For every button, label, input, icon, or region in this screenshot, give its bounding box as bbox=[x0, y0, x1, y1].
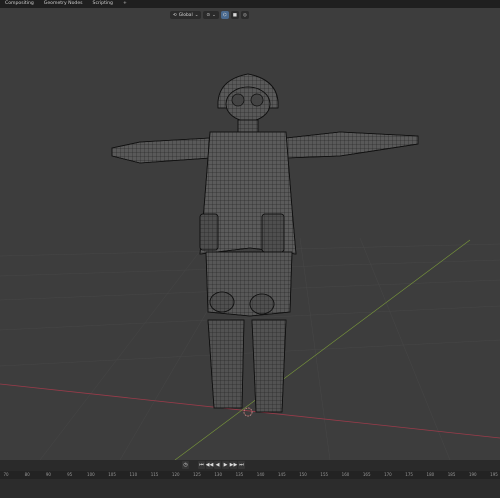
ruler-tick-label: 125 bbox=[193, 472, 201, 477]
ruler-tick-label: 130 bbox=[214, 472, 222, 477]
ruler-tick-label: 160 bbox=[341, 472, 350, 477]
ruler-tick-label: 145 bbox=[277, 472, 286, 477]
ruler-tick-label: 140 bbox=[256, 472, 265, 477]
pivot-icon: ⊙ bbox=[206, 12, 211, 18]
ruler-tick-label: 90 bbox=[45, 472, 51, 477]
ruler-tick-label: 185 bbox=[447, 472, 456, 477]
transform-orientation-icon: ⟲ bbox=[173, 12, 177, 18]
tab-geometry-nodes[interactable]: Geometry Nodes bbox=[39, 0, 88, 8]
transform-orientation-dropdown[interactable]: ⟲ Global ⌄ bbox=[170, 11, 202, 19]
ruler-tick-label: 190 bbox=[468, 472, 477, 477]
timeline-header: ◷ ⏮ ◀◀ ◀ ▶ ▶▶ ⏭ bbox=[0, 460, 500, 471]
ruler-tick-label: 110 bbox=[129, 472, 138, 477]
ruler-tick-label: 105 bbox=[108, 472, 116, 477]
3d-cursor-icon[interactable] bbox=[243, 407, 253, 417]
snap-target-dropdown[interactable]: ■ bbox=[230, 11, 239, 19]
ruler-tick-label: 80 bbox=[24, 472, 30, 477]
proportional-edit-icon: ◎ bbox=[243, 12, 247, 18]
auto-keying-button[interactable]: ◷ bbox=[182, 461, 189, 469]
timeline-track[interactable] bbox=[0, 479, 500, 498]
chevron-down-icon: ⌄ bbox=[194, 12, 199, 18]
jump-keyframe-forward-button[interactable]: ▶▶ bbox=[230, 461, 237, 469]
playback-controls: ◷ ⏮ ◀◀ ◀ ▶ ▶▶ ⏭ bbox=[182, 461, 245, 469]
ruler-tick-label: 155 bbox=[320, 472, 329, 477]
snap-icon: ⌬ bbox=[222, 12, 227, 18]
tab-compositing[interactable]: Compositing bbox=[0, 0, 39, 8]
square-icon: ■ bbox=[232, 12, 237, 18]
viewport-header: ⟲ Global ⌄ ⊙ ⌄ ⌬ ■ ◎ bbox=[170, 10, 249, 20]
pivot-point-dropdown[interactable]: ⊙ ⌄ bbox=[203, 11, 219, 19]
ruler-tick-label: 180 bbox=[426, 472, 435, 477]
ruler-tick-label: 100 bbox=[87, 472, 95, 477]
ruler-tick-label: 120 bbox=[171, 472, 180, 477]
ruler-tick-label: 135 bbox=[235, 472, 244, 477]
ruler-tick-label: 70 bbox=[3, 472, 9, 477]
character-mesh[interactable] bbox=[111, 73, 419, 413]
ruler-tick-label: 170 bbox=[384, 472, 392, 477]
add-workspace-button[interactable]: + bbox=[118, 0, 132, 8]
ruler-tick-label: 165 bbox=[362, 472, 371, 477]
jump-start-button[interactable]: ⏮ bbox=[198, 461, 205, 469]
3d-viewport[interactable]: ⟲ Global ⌄ ⊙ ⌄ ⌬ ■ ◎ bbox=[0, 8, 500, 460]
orientation-label: Global bbox=[178, 12, 193, 18]
proportional-edit-toggle[interactable]: ◎ bbox=[240, 11, 249, 19]
tab-scripting[interactable]: Scripting bbox=[88, 0, 118, 8]
ruler-tick-label: 195 bbox=[490, 472, 498, 477]
jump-keyframe-back-button[interactable]: ◀◀ bbox=[206, 461, 213, 469]
chevron-down-icon: ⌄ bbox=[212, 12, 216, 18]
snap-toggle[interactable]: ⌬ bbox=[220, 11, 229, 19]
ruler-tick-label: 115 bbox=[150, 472, 159, 477]
play-button[interactable]: ▶ bbox=[222, 461, 229, 469]
timeline-ruler[interactable]: 70 80 90 95 100 105 110 115 120 125 130 135 140 145 15… bbox=[0, 471, 500, 479]
viewport-scene[interactable] bbox=[0, 8, 500, 460]
x-axis-line bbox=[0, 383, 500, 439]
ruler-tick-label: 150 bbox=[299, 472, 307, 477]
workspace-tab-bar: Compositing Geometry Nodes Scripting + bbox=[0, 0, 500, 8]
jump-end-button[interactable]: ⏭ bbox=[238, 461, 245, 469]
ruler-tick-label: 175 bbox=[405, 472, 413, 477]
play-reverse-button[interactable]: ◀ bbox=[214, 461, 221, 469]
ruler-tick-label: 95 bbox=[67, 472, 73, 477]
